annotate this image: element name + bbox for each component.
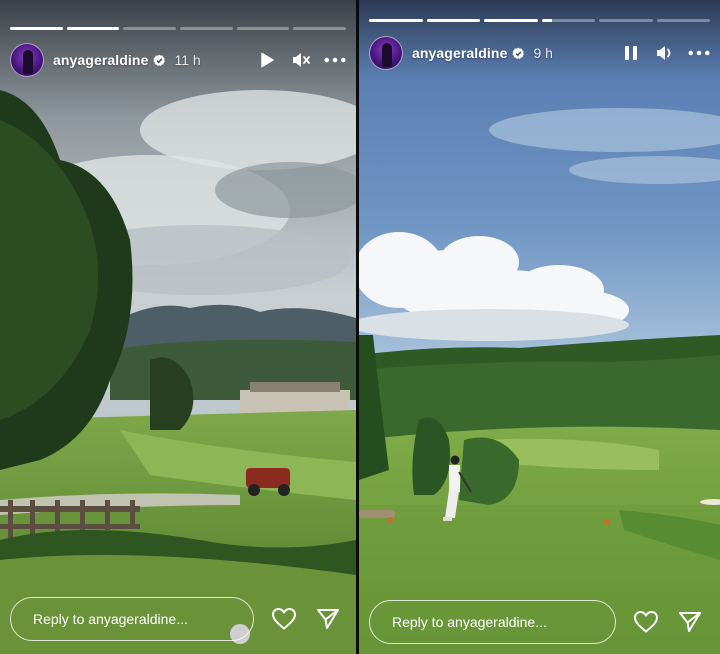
like-button[interactable]	[270, 605, 298, 633]
verified-badge-icon	[153, 54, 166, 66]
story-progress-bar	[10, 27, 347, 30]
share-button[interactable]	[314, 605, 342, 633]
timestamp: 11 h	[174, 52, 201, 68]
heart-icon	[633, 610, 659, 633]
story-panel-left[interactable]: anyageraldine 11 h Reply to anyageraldin…	[0, 0, 356, 654]
story-progress-bar	[369, 19, 710, 22]
verified-badge-icon	[512, 47, 525, 59]
story-footer: Reply to anyageraldine...	[369, 599, 710, 645]
story-photo-golf-course-cloudy	[0, 0, 356, 654]
progress-segment	[66, 27, 120, 30]
timestamp: 9 h	[533, 45, 553, 61]
mute-icon	[293, 53, 310, 67]
progress-segment	[293, 27, 347, 30]
progress-segment	[180, 27, 233, 30]
more-options-button[interactable]	[688, 42, 710, 64]
progress-segment	[541, 19, 595, 22]
play-button[interactable]	[256, 49, 278, 71]
reply-input[interactable]: Reply to anyageraldine...	[10, 597, 254, 641]
story-controls	[620, 42, 710, 64]
username[interactable]: anyageraldine	[53, 52, 148, 68]
story-panel-right[interactable]: anyageraldine 9 h Reply to anyageraldine…	[359, 0, 720, 654]
play-icon	[261, 52, 274, 68]
pause-icon	[625, 46, 637, 60]
story-footer: Reply to anyageraldine...	[10, 596, 346, 642]
heart-icon	[271, 607, 297, 630]
progress-segment	[484, 19, 538, 22]
volume-icon	[657, 46, 671, 60]
pause-button[interactable]	[620, 42, 642, 64]
story-header: anyageraldine 9 h	[369, 35, 710, 71]
progress-segment	[123, 27, 177, 30]
avatar[interactable]	[10, 43, 44, 77]
story-header: anyageraldine 11 h	[10, 42, 346, 78]
volume-button[interactable]	[654, 42, 676, 64]
progress-segment	[426, 19, 480, 22]
progress-segment	[599, 19, 653, 22]
story-controls	[256, 49, 346, 71]
send-icon	[679, 612, 701, 632]
like-button[interactable]	[632, 608, 660, 636]
reply-input[interactable]: Reply to anyageraldine...	[369, 600, 616, 644]
story-photo-golfer-teeing-off	[359, 0, 720, 654]
progress-segment	[236, 27, 290, 30]
more-icon	[324, 57, 346, 63]
avatar[interactable]	[369, 36, 403, 70]
progress-segment	[369, 19, 423, 22]
progress-segment	[656, 19, 710, 22]
mute-button[interactable]	[290, 49, 312, 71]
username[interactable]: anyageraldine	[412, 45, 507, 61]
share-button[interactable]	[676, 608, 704, 636]
more-options-button[interactable]	[324, 49, 346, 71]
more-icon	[688, 50, 710, 56]
progress-segment	[10, 27, 63, 30]
send-icon	[317, 609, 339, 629]
